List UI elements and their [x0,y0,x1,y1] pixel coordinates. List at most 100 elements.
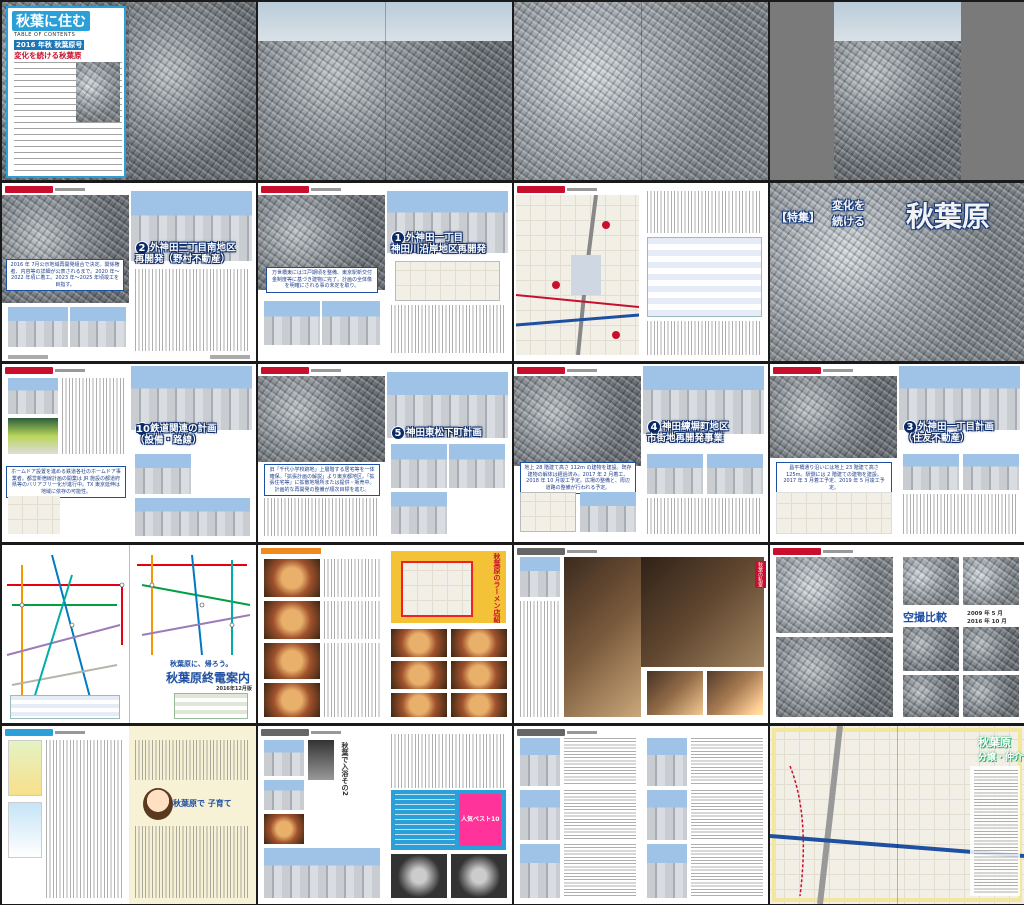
photo-ramen [451,629,507,657]
childcare-title: 秋葉原で 子育て [173,799,232,808]
photo-building [647,738,687,786]
photo-building [520,738,560,786]
spread-redevelopment-1[interactable]: 万世橋東には江戸期頃を整備、東京駅新交付金制度等に基づき建物に完了。計画の全体像… [258,183,512,361]
page-left: 万世橋東には江戸期頃を整備、東京駅新交付金制度等に基づき建物に完了。計画の全体像… [258,183,385,361]
headline-line2: 再開発（野村不動産） [135,254,231,265]
photo-ramen [391,629,447,657]
photo-ramen [264,683,320,717]
spread-aerial-compare[interactable]: 空撮比較 2009 年 5 月 2016 年 10 月 [770,545,1024,723]
photo-street [707,454,763,494]
last-train-date: 2016年12月版 [216,686,252,692]
spread-aerial-wide[interactable] [258,2,512,180]
photo-dark [391,854,447,898]
timetable [174,693,248,719]
headline: 3 外神田一丁目計画 （住友不動産） [903,420,994,445]
spread-sotokanda-1[interactable]: 昌平橋通り沿いには地上 23 階建て高さ 125m。駅側には 2 階建ての建物を… [770,364,1024,542]
page-left [2,726,129,904]
spread-matsushitacho[interactable]: 旧「千代小学校跡地」上層階する居宅等を一体確保。「拡張計画の解説」より東京都地区… [258,364,512,542]
photo-building [520,790,560,840]
page-grey-blank [770,2,834,180]
page-footer [210,355,250,359]
page-left: 2016 年 7月公示地域再開発組合で決定。関係権者、内容等の詳細が公表されるま… [2,183,129,361]
child-illustration [143,788,173,820]
page-right: 4 神田練塀町地区 市街地再開発事業 [641,364,768,542]
spread-bathing[interactable]: 秋葉で入浴その2 人気ベスト10 [258,726,512,904]
page-right: 5 神田東松下町計画 [385,364,512,542]
section-tag [5,729,85,736]
page-left [770,545,897,723]
page-right: 秋葉原で 子育て [129,726,256,904]
photo-ramen [451,661,507,689]
photo-street [449,444,505,488]
photo-street [391,492,447,534]
photo-aerial-small [903,627,959,671]
spread-rail-plans[interactable]: ホームドア設置を進める鉄道各社のホームドア事業者。都営新宿線計画の開業は JR … [2,364,256,542]
magazine-spread-grid: 秋葉に住む TABLE OF CONTENTS 2016 年秋 秋葉原号 変化を… [0,0,1024,905]
section-tag [261,186,341,193]
section-band [261,548,321,554]
section-tag [773,548,853,555]
timetable [10,695,120,719]
photo-aerial-small [903,557,959,605]
caption-box: ホームドア設置を進める鉄道各社のホームドア事業者。都営新宿線計画の開業は JR … [6,466,126,498]
photo-station [8,378,58,414]
photo-street [70,307,126,347]
photo-street [391,444,447,488]
photo-room [647,671,703,715]
listing-text [564,738,636,786]
photo-bathhouse [264,848,380,898]
text-columns [135,269,250,351]
caption-box: 旧「千代小学校跡地」上層階する居宅等を一体確保。「拡張計画の解説」より東京都地区… [264,464,380,496]
photo-street [903,454,959,490]
mini-map [8,496,60,534]
spread-ramen[interactable]: 秋葉原のラーメン店紹介その9 [258,545,512,723]
spread-feature-cover[interactable]: 【特集】 変化を 続ける 秋葉原 [770,183,1024,361]
text-columns [324,559,380,597]
spread-property-list[interactable] [514,726,768,904]
photo-street [264,301,320,345]
section-tag [261,367,341,374]
photo-train [8,418,58,454]
toc-issue: 2016 年秋 秋葉原号 [14,40,85,50]
spread-neribeicho[interactable]: 地上 28 階建て高さ 112m の建物を建設。既存建物の解体は経過済み。201… [514,364,768,542]
data-table [647,237,762,317]
page-left: 地上 28 階建て高さ 112m の建物を建設。既存建物の解体は経過済み。201… [514,364,641,542]
spread-property-map[interactable]: 秋葉原 分譲・仲介 [770,726,1024,904]
photo-brochure [8,802,42,858]
text-columns [647,321,762,355]
photo-food [264,814,304,844]
photo-bathhouse [264,780,304,810]
spread-last-train[interactable]: 秋葉原に、帰ろう。 秋葉原終電案内 2016年12月版 [2,545,256,723]
feature-title: 秋葉原 [906,200,991,233]
spread-area-map[interactable] [514,183,768,361]
headline-number: 2 [135,241,149,255]
photo-street [8,307,68,347]
photo-aerial-small [963,675,1019,717]
photo-aerial-2016 [776,637,893,717]
gutter [129,545,130,723]
compare-date-b: 2016 年 10 月 [967,619,1007,625]
text-columns [324,601,380,639]
spread-childcare[interactable]: 秋葉原で 子育て [2,726,256,904]
spread-aerial-partial[interactable] [770,2,1024,180]
listing-text [564,790,636,840]
spread-aerial-station[interactable] [514,2,768,180]
gutter [641,2,642,180]
spread-toc[interactable]: 秋葉に住む TABLE OF CONTENTS 2016 年秋 秋葉原号 変化を… [2,2,256,180]
feature-line1: 変化を [832,199,865,212]
photo-ramen [451,693,507,717]
toc-subtitle: TABLE OF CONTENTS [14,32,76,38]
spread-redevelopment-2[interactable]: 2016 年 7月公示地域再開発組合で決定。関係権者、内容等の詳細が公表されるま… [2,183,256,361]
headline-line1: 鉄道関連の計画 [150,423,217,435]
photo-street [647,454,703,494]
headline: 5 神田東松下町計画 [391,426,482,440]
spread-interior[interactable]: 秋葉の私室 [514,545,768,723]
photo-ramen [264,643,320,679]
property-list-text [974,770,1018,894]
page-grey-blank [960,2,1024,180]
text-columns [647,191,762,233]
page-footer [8,355,48,359]
headline-number: 10 [135,422,150,436]
toc-thumbnail-photo [76,62,120,122]
page-right: 10鉄道関連の計画 （設備・路線） [129,364,256,542]
